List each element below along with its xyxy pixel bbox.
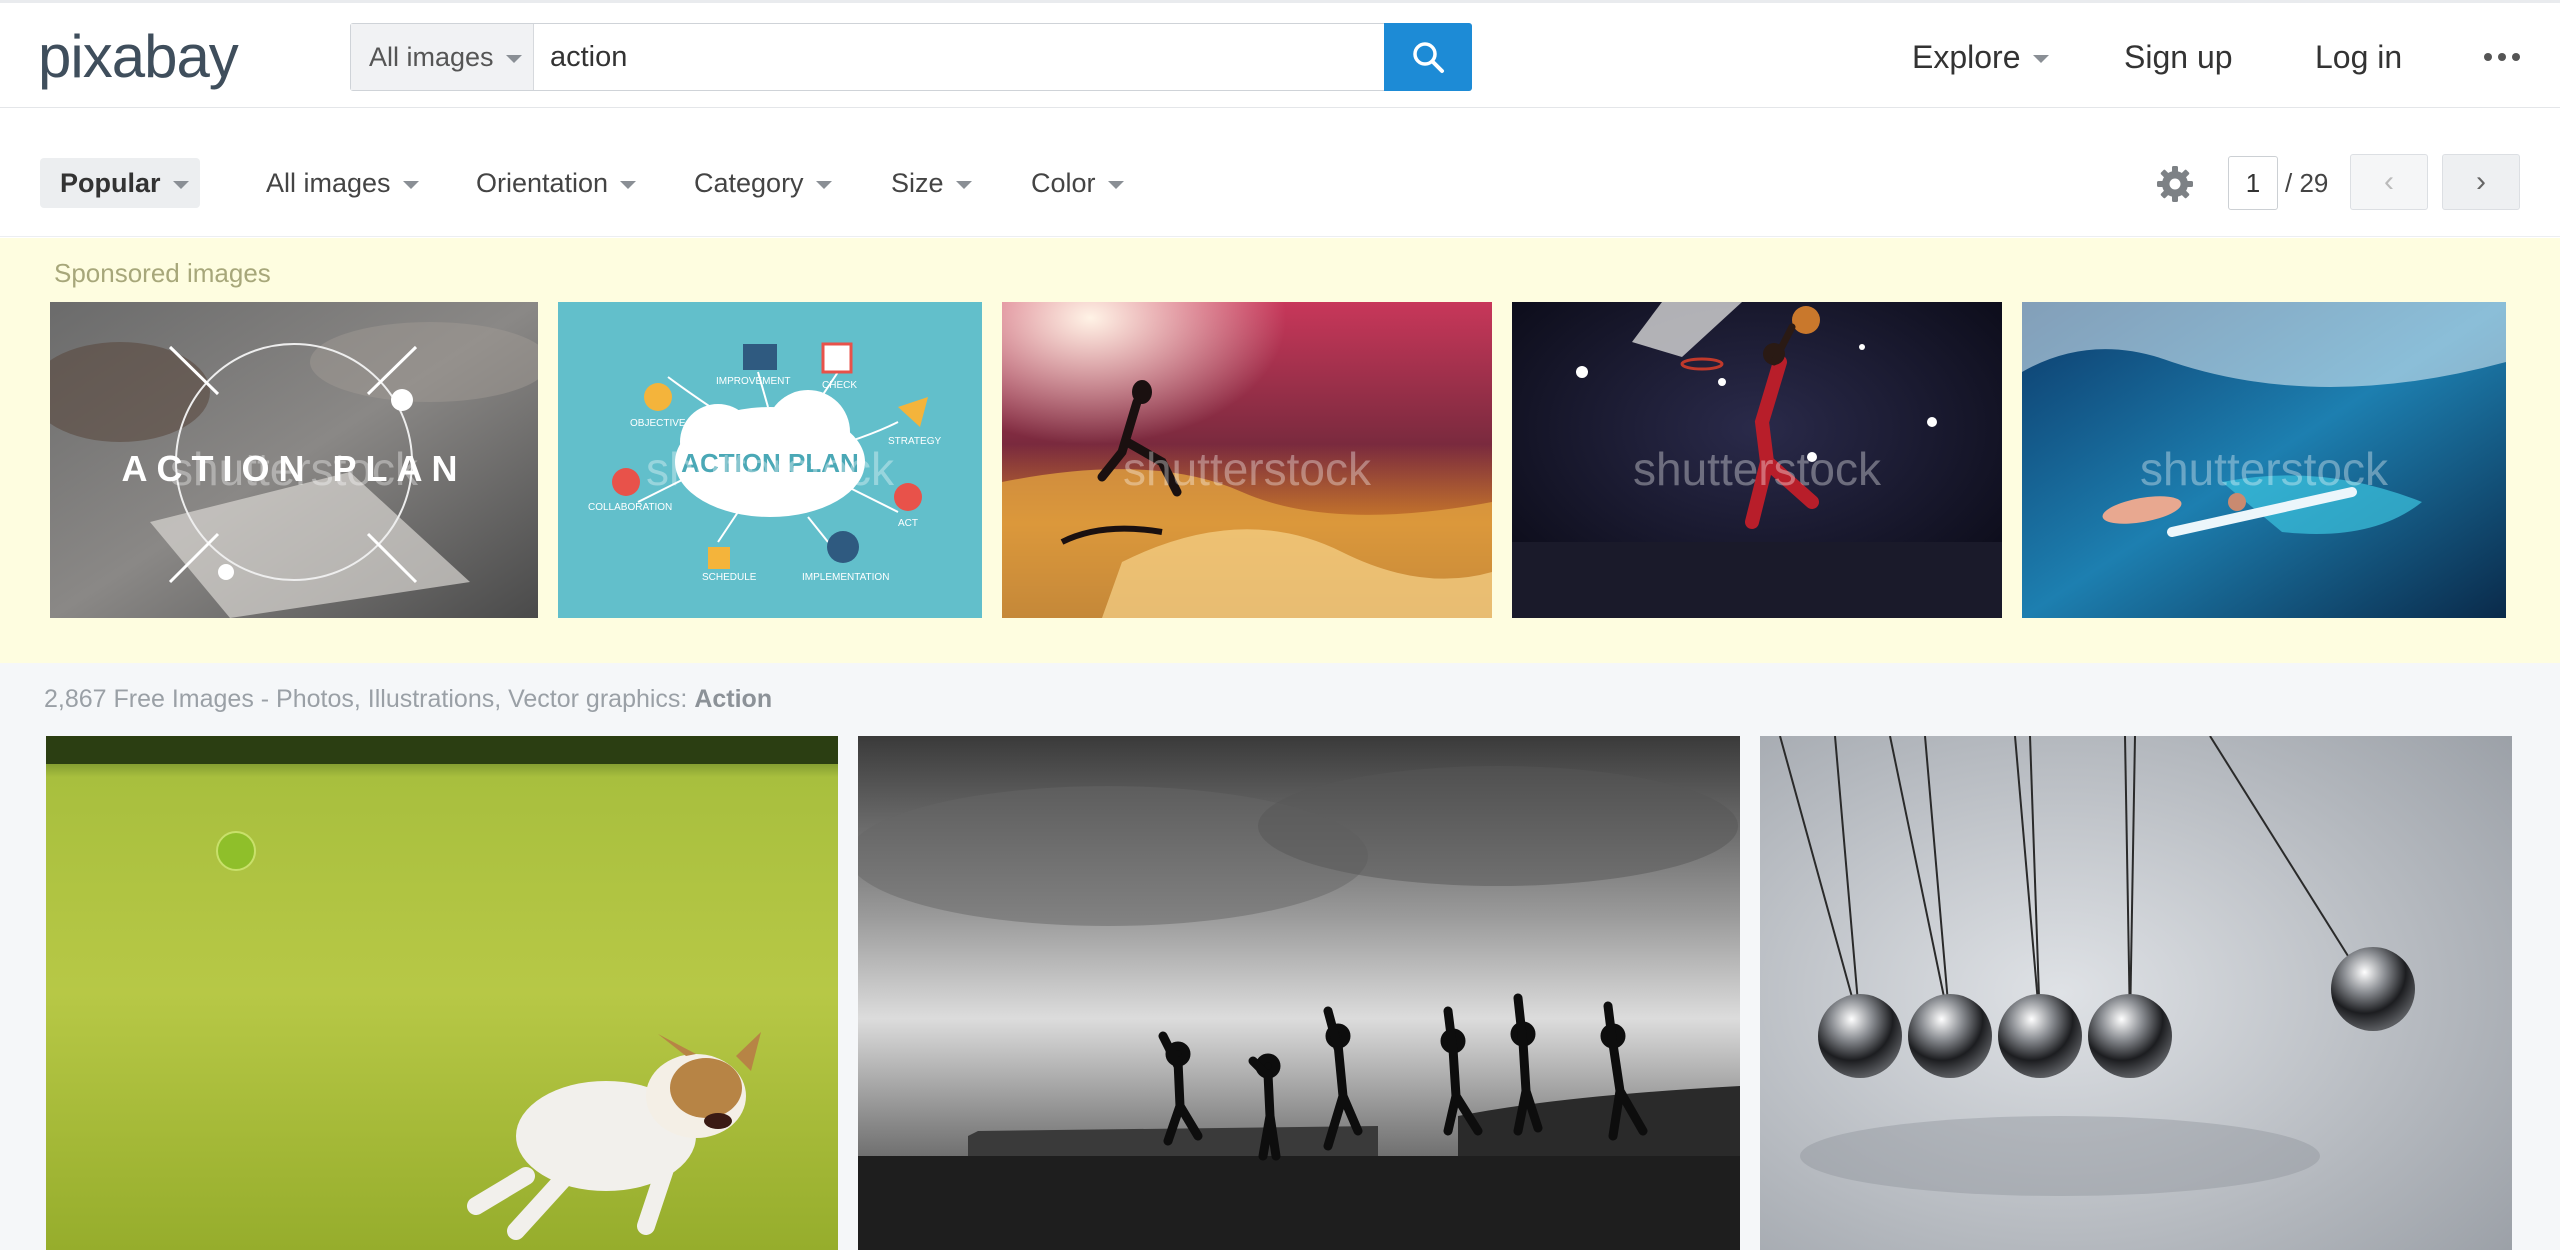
caret-down-icon [955, 180, 972, 189]
filter-all-images-label: All images [266, 167, 391, 198]
search-button[interactable] [1384, 23, 1472, 91]
nav-login[interactable]: Log in [2315, 23, 2402, 91]
nav-explore[interactable]: Explore [1912, 23, 2049, 91]
more-icon [2484, 53, 2520, 61]
result-photo [858, 736, 1740, 1250]
watermark: shutterstock [1633, 443, 1881, 495]
sponsored-image[interactable]: shutterstock [2022, 302, 2506, 618]
search-type-dropdown[interactable]: All images [351, 24, 534, 90]
watermark: shutterstock [170, 443, 418, 495]
filter-orientation-label: Orientation [476, 167, 609, 198]
results-search-term: Action [694, 685, 773, 713]
caret-down-icon [172, 180, 189, 189]
chevron-right-icon: › [2476, 165, 2486, 198]
sponsored-section: Sponsored images ACTION PLAN shutterstoc… [0, 238, 2560, 663]
search-icon [1413, 42, 1444, 73]
filter-category-label: Category [694, 167, 804, 198]
watermark: shutterstock [1123, 443, 1371, 495]
result-image[interactable] [46, 736, 838, 1250]
nav-signup[interactable]: Sign up [2124, 23, 2233, 91]
search-input[interactable] [534, 24, 1384, 90]
sponsored-image[interactable]: ACTION PLAN shutterstock [50, 302, 538, 618]
page-number-input[interactable]: 1 [2228, 156, 2278, 210]
result-photo [46, 736, 838, 1250]
filter-color-label: Color [1031, 167, 1096, 198]
caret-down-icon [1107, 180, 1124, 189]
filter-popular[interactable]: Popular [40, 158, 200, 208]
search-type-label: All images [369, 41, 494, 72]
watermark: shutterstock [646, 443, 894, 495]
filter-category[interactable]: Category [694, 158, 832, 208]
infographic-word: IMPROVEMENT [716, 376, 791, 387]
results-count-label: 2,867 Free Images - Photos, Illustration… [44, 685, 772, 714]
filter-popular-label: Popular [60, 167, 161, 198]
sponsored-image[interactable]: shutterstock [1512, 302, 2002, 618]
page-total: / 29 [2285, 167, 2329, 198]
infographic-word: IMPLEMENTATION [802, 572, 890, 583]
caret-down-icon [2032, 54, 2049, 63]
more-menu-button[interactable] [2484, 23, 2520, 91]
nav-explore-label: Explore [1912, 38, 2021, 75]
caret-down-icon [505, 54, 522, 63]
pixabay-logo[interactable]: pixabay [38, 21, 239, 93]
infographic-word: CHECK [822, 380, 858, 391]
caret-down-icon [815, 180, 832, 189]
filter-color[interactable]: Color [1031, 158, 1124, 208]
infographic-word: COLLABORATION [588, 502, 673, 513]
prev-page-button[interactable]: ‹ [2350, 154, 2428, 210]
result-image[interactable] [1760, 736, 2512, 1250]
infographic-word: OBJECTIVE [630, 418, 686, 429]
filter-bar: Popular All images Orientation Category … [0, 108, 2560, 237]
filter-orientation[interactable]: Orientation [476, 158, 637, 208]
caret-down-icon [402, 180, 419, 189]
chevron-left-icon: ‹ [2384, 165, 2394, 198]
gear-icon[interactable] [2156, 165, 2194, 203]
caret-down-icon [620, 180, 637, 189]
watermark: shutterstock [2140, 443, 2388, 495]
filter-size[interactable]: Size [891, 158, 972, 208]
result-photo [1760, 736, 2512, 1250]
results-label-prefix: 2,867 Free Images - Photos, Illustration… [44, 685, 695, 713]
infographic-word: SCHEDULE [702, 572, 757, 583]
search-bar: All images [350, 23, 1472, 91]
top-header: pixabay All images Explore Sign up Log i… [0, 0, 2560, 108]
sponsored-image[interactable]: ACTION PLAN IMPROVEMENT CHECK OBJECTIVE … [558, 302, 982, 618]
sponsored-label: Sponsored images [54, 258, 271, 288]
next-page-button[interactable]: › [2442, 154, 2520, 210]
result-image[interactable] [858, 736, 1740, 1250]
filter-all-images[interactable]: All images [266, 158, 419, 208]
filter-size-label: Size [891, 167, 944, 198]
sponsored-image[interactable]: shutterstock [1002, 302, 1492, 618]
infographic-word: ACT [898, 518, 918, 529]
results-section: 2,867 Free Images - Photos, Illustration… [0, 663, 2560, 1250]
